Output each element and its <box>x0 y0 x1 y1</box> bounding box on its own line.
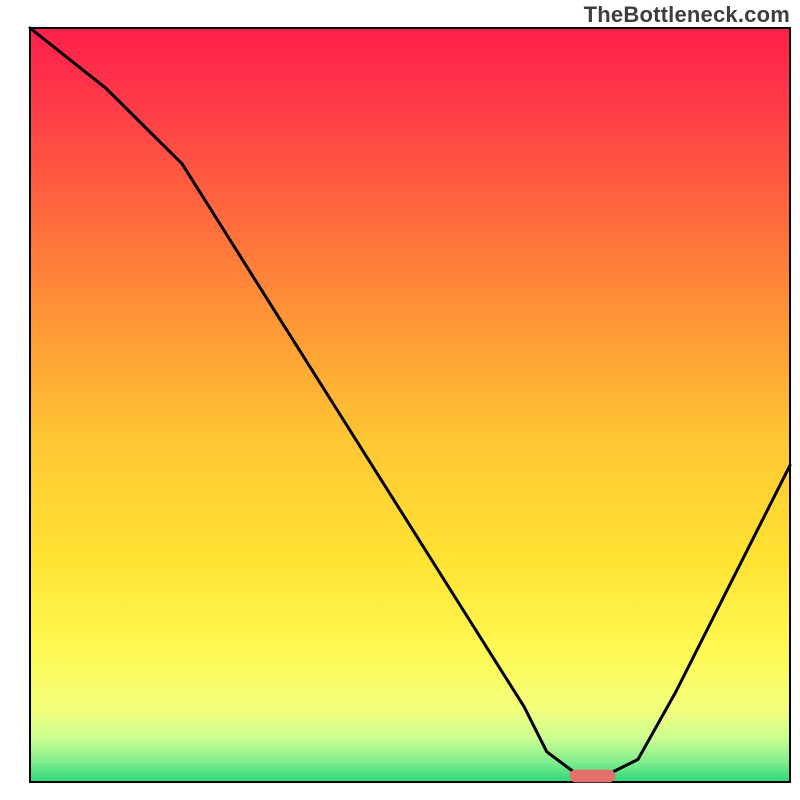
chart-stage: TheBottleneck.com <box>0 0 800 800</box>
gradient-background <box>30 28 790 782</box>
bottleneck-chart <box>0 0 800 800</box>
optimal-marker <box>570 770 616 783</box>
